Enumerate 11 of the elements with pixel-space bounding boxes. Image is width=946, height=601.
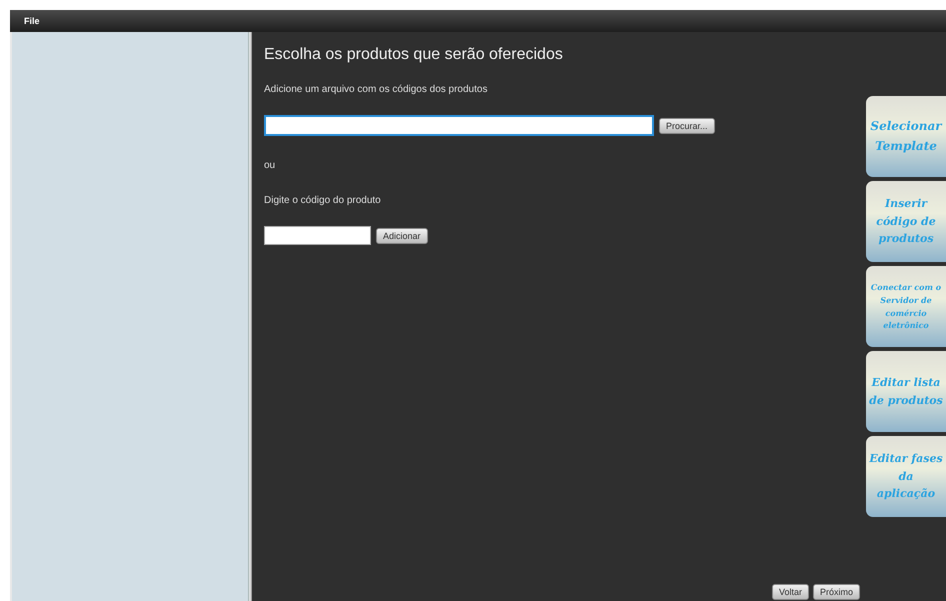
code-label: Digite o código do produto [264, 195, 382, 206]
add-button[interactable]: Adicionar [376, 228, 428, 244]
nav-button[interactable]: Próximo [812, 584, 860, 600]
file-path-field[interactable] [264, 115, 654, 136]
page-title: Escolha os produtos que serão oferecidos [264, 46, 564, 64]
menu-item[interactable]: File [24, 16, 40, 26]
nav-button[interactable]: Voltar [772, 584, 809, 600]
or-label: ou [264, 160, 276, 171]
product-code-field[interactable] [264, 226, 371, 245]
browse-button[interactable]: Procurar... [659, 118, 715, 134]
file-label: Adicione um arquivo com os códigos dos produtos [264, 84, 488, 95]
